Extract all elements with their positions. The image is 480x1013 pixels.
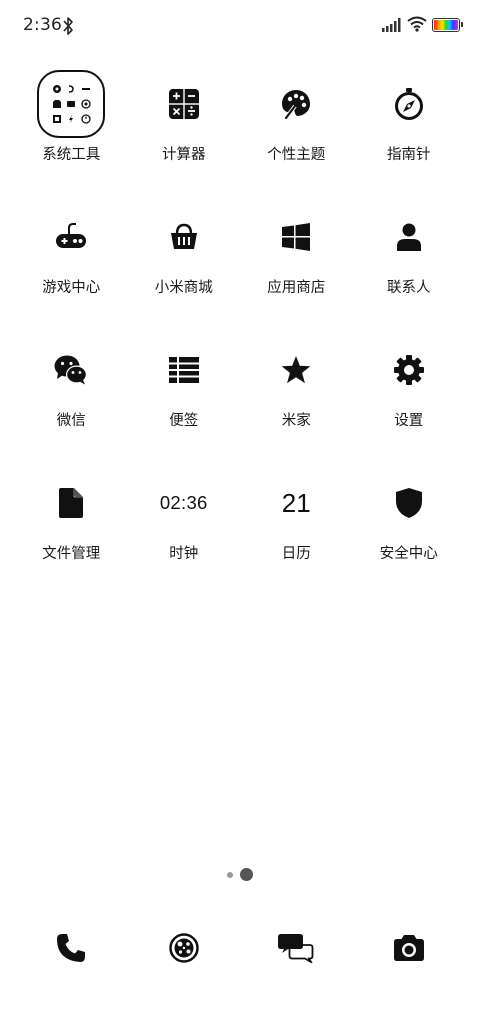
calendar-icon[interactable]: 21 xyxy=(262,469,330,537)
camera-icon[interactable] xyxy=(393,935,424,961)
app-label: 系统工具 xyxy=(42,147,101,163)
palette-icon[interactable] xyxy=(262,70,330,138)
app-label: 文件管理 xyxy=(42,546,101,562)
page-indicator xyxy=(0,868,480,881)
app-label: 计算器 xyxy=(162,147,206,163)
battery-icon xyxy=(432,18,463,32)
app-game-center[interactable]: 游戏中心 xyxy=(15,203,128,336)
person-icon[interactable] xyxy=(375,203,443,271)
messages-icon[interactable] xyxy=(278,933,314,963)
list-icon[interactable] xyxy=(150,336,218,404)
dock-messages[interactable] xyxy=(240,920,353,976)
basket-icon[interactable] xyxy=(150,203,218,271)
gear-icon[interactable] xyxy=(375,336,443,404)
clock-face-time: 02:36 xyxy=(159,492,208,513)
app-row: 系统工具 计算器 个性主题 指南针 xyxy=(15,70,465,203)
app-compass[interactable]: 指南针 xyxy=(353,70,466,203)
status-bar: 2:36 xyxy=(0,0,480,52)
browser-icon[interactable] xyxy=(169,933,199,963)
gamepad-icon[interactable] xyxy=(37,203,105,271)
page-dot-2-active[interactable] xyxy=(240,868,253,881)
app-label: 便签 xyxy=(169,413,199,429)
wifi-icon xyxy=(407,16,427,32)
app-row: 游戏中心 小米商城 应用商店 联系人 xyxy=(15,203,465,336)
app-notes[interactable]: 便签 xyxy=(128,336,241,469)
dock xyxy=(15,920,465,976)
app-themes[interactable]: 个性主题 xyxy=(240,70,353,203)
calculator-icon[interactable] xyxy=(150,70,218,138)
app-row: 微信 便签 米家 设置 xyxy=(15,336,465,469)
app-file-manager[interactable]: 文件管理 xyxy=(15,469,128,602)
dock-phone[interactable] xyxy=(15,920,128,976)
app-label: 设置 xyxy=(394,413,424,429)
app-label: 时钟 xyxy=(169,546,199,562)
app-wechat[interactable]: 微信 xyxy=(15,336,128,469)
app-grid: 系统工具 计算器 个性主题 指南针 游戏中心 小米商城 应用商店 联系人 微信 … xyxy=(15,70,465,602)
app-calculator[interactable]: 计算器 xyxy=(128,70,241,203)
calendar-face-date: 21 xyxy=(281,487,311,518)
app-label: 指南针 xyxy=(387,147,431,163)
app-contacts[interactable]: 联系人 xyxy=(353,203,466,336)
folder-icon[interactable] xyxy=(37,70,106,138)
status-time: 2:36 xyxy=(23,15,62,35)
file-icon[interactable] xyxy=(37,469,105,537)
battery-level xyxy=(434,20,458,30)
wechat-icon[interactable] xyxy=(37,336,105,404)
app-label: 日历 xyxy=(281,546,311,562)
star-icon[interactable] xyxy=(262,336,330,404)
app-security-center[interactable]: 安全中心 xyxy=(353,469,466,602)
app-label: 游戏中心 xyxy=(42,280,101,296)
app-label: 微信 xyxy=(56,413,86,429)
app-label: 小米商城 xyxy=(154,280,213,296)
windows-icon[interactable] xyxy=(262,203,330,271)
app-label: 联系人 xyxy=(387,280,431,296)
bluetooth-icon xyxy=(63,17,73,35)
dock-camera[interactable] xyxy=(353,920,466,976)
app-mi-home[interactable]: 米家 xyxy=(240,336,353,469)
app-calendar[interactable]: 21 日历 xyxy=(240,469,353,602)
app-app-store[interactable]: 应用商店 xyxy=(240,203,353,336)
app-clock[interactable]: 02:36 时钟 xyxy=(128,469,241,602)
app-row: 文件管理 02:36 时钟 21 日历 安全中心 xyxy=(15,469,465,602)
app-label: 安全中心 xyxy=(379,546,438,562)
clock-icon[interactable]: 02:36 xyxy=(150,469,218,537)
app-label: 个性主题 xyxy=(267,147,326,163)
signal-icon xyxy=(382,18,401,32)
compass-icon[interactable] xyxy=(375,70,443,138)
dock-browser[interactable] xyxy=(128,920,241,976)
shield-icon[interactable] xyxy=(375,469,443,537)
app-label: 应用商店 xyxy=(267,280,326,296)
phone-icon[interactable] xyxy=(56,933,86,963)
app-mi-store[interactable]: 小米商城 xyxy=(128,203,241,336)
page-dot-1[interactable] xyxy=(227,871,233,878)
app-system-tools-folder[interactable]: 系统工具 xyxy=(15,70,128,203)
app-settings[interactable]: 设置 xyxy=(353,336,466,469)
app-label: 米家 xyxy=(281,413,311,429)
